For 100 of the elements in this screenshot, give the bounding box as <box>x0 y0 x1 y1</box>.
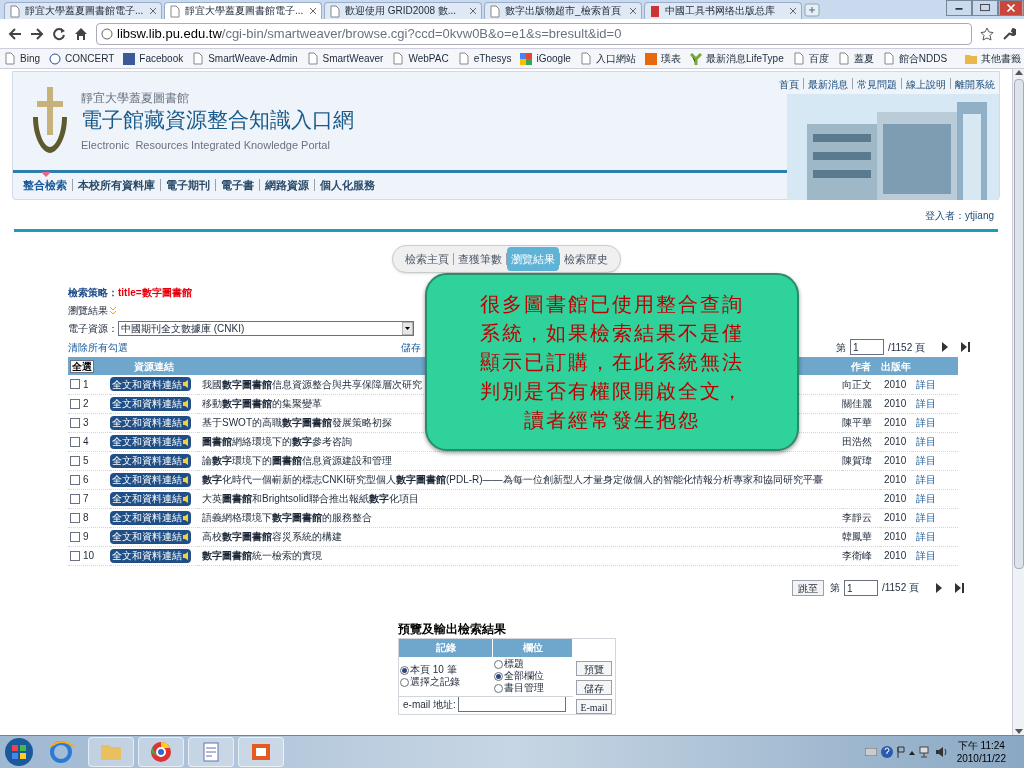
result-title[interactable]: 圖書館網絡環境下的數字參考咨詢 <box>202 436 352 448</box>
result-title[interactable]: 高校數字圖書館容災系統的構建 <box>202 531 342 543</box>
bookmark[interactable]: 入口網站 <box>579 51 636 66</box>
view-tab[interactable]: 檢索歷史 <box>559 246 612 272</box>
bookmark[interactable]: eThesys <box>457 51 512 66</box>
detail-link[interactable]: 詳目 <box>916 512 936 524</box>
result-title[interactable]: 移動數字圖書館的集聚變革 <box>202 398 322 410</box>
radio-option[interactable]: 本頁 10 筆 <box>400 664 493 677</box>
checkbox[interactable] <box>70 512 80 523</box>
close-icon <box>469 7 477 15</box>
checkbox[interactable] <box>70 398 80 409</box>
radio-option[interactable]: 書目管理 <box>494 682 573 695</box>
checkbox[interactable] <box>70 550 80 561</box>
resource-label: 電子資源： <box>68 322 118 336</box>
page-icon <box>792 52 805 65</box>
nav-link[interactable]: 整合檢索 <box>23 176 67 194</box>
fulltext-link-button[interactable]: 全文和資料連結 <box>110 434 191 449</box>
fulltext-link-button[interactable]: 全文和資料連結 <box>110 377 191 392</box>
fulltext-link-button[interactable]: 全文和資料連結 <box>110 472 191 487</box>
page-input[interactable]: 1 <box>843 579 878 596</box>
radio-option[interactable]: 全部欄位 <box>494 670 573 683</box>
result-title[interactable]: 基于SWOT的高職數字圖書館發展策略初探 <box>202 417 392 429</box>
fulltext-link-button[interactable]: 全文和資料連結 <box>110 453 191 468</box>
address-bar[interactable]: libsw.lib.pu.edu.tw/cgi-bin/smartweaver/browse.cgi?ccd=0kvw0B&o=e1&s=bresult&id=0 <box>96 22 972 45</box>
bookmark[interactable]: 璞表 <box>644 51 681 66</box>
detail-link[interactable]: 詳目 <box>916 379 936 390</box>
checkbox[interactable] <box>70 531 80 542</box>
fulltext-link-button[interactable]: 全文和資料連結 <box>110 510 191 525</box>
export-button[interactable]: 儲存 <box>576 679 612 695</box>
checkbox[interactable] <box>70 455 80 466</box>
fulltext-link-button[interactable]: 全文和資料連結 <box>110 415 191 430</box>
fulltext-link-button[interactable]: 全文和資料連結 <box>110 491 191 506</box>
taskbar-button[interactable] <box>238 737 284 767</box>
nav-link[interactable]: 電子期刊 <box>166 176 210 194</box>
close-icon <box>149 7 157 15</box>
checkbox[interactable] <box>70 417 80 428</box>
keyboard-icon <box>864 748 877 756</box>
fulltext-link-button[interactable]: 全文和資料連結 <box>110 529 191 544</box>
fulltext-link-button[interactable]: 全文和資料連結 <box>110 548 191 563</box>
top-link[interactable]: 離開系統 <box>955 77 995 92</box>
bookmark[interactable]: Facebook <box>123 51 184 66</box>
radio-option[interactable]: 標題 <box>494 658 573 671</box>
detail-link[interactable]: 詳目 <box>916 493 936 505</box>
detail-link[interactable]: 詳目 <box>916 455 936 467</box>
detail-link[interactable]: 詳目 <box>916 550 936 562</box>
nav-link[interactable]: 本校所有資料庫 <box>78 176 155 194</box>
checkbox[interactable] <box>70 436 80 447</box>
detail-link[interactable]: 詳目 <box>916 436 936 448</box>
scrollbar[interactable] <box>1012 69 1024 735</box>
browser-tab[interactable]: 歡迎使用 GRID2008 數... <box>324 2 482 19</box>
top-link[interactable]: 最新消息 <box>808 77 848 92</box>
browser-tab[interactable]: 靜宜大學蓋夏圖書館電子... <box>164 2 322 19</box>
result-title[interactable]: 數字化時代一個嶄新的標志CNKI研究型個人數字圖書館(PDL-R)——為每一位創新型人才量身定做個人的智能化情報分析專家和協同研究平臺 <box>202 474 823 486</box>
bookmark[interactable]: Bing <box>4 51 40 66</box>
email-field[interactable] <box>457 696 566 712</box>
detail-link[interactable]: 詳目 <box>916 474 936 486</box>
top-link[interactable]: 首頁 <box>779 77 799 92</box>
view-tab[interactable]: 檢索主頁 <box>400 246 453 272</box>
result-title[interactable]: 我國數字圖書館信息資源整合與共享保障層次研究 <box>202 379 422 390</box>
detail-link[interactable]: 詳目 <box>916 531 936 543</box>
nav-link[interactable]: 網路資源 <box>265 176 309 194</box>
bookmark[interactable]: 館合NDDS <box>882 51 948 66</box>
bookmark[interactable]: WebPAC <box>392 51 449 66</box>
bookmark[interactable]: SmartWeave-Admin <box>192 51 298 66</box>
result-title[interactable]: 大英圖書館和Brightsolid聯合推出報紙數字化項目 <box>202 493 419 505</box>
clear-all-link[interactable]: 清除所有勾選 <box>68 339 128 355</box>
taskbar-button[interactable] <box>188 737 234 767</box>
page-input[interactable]: 1 <box>849 339 884 355</box>
view-tab[interactable]: 查獲筆數 <box>453 246 506 272</box>
save-link[interactable]: 儲存 <box>401 339 421 355</box>
detail-link[interactable]: 詳目 <box>916 417 936 429</box>
checkbox[interactable] <box>70 493 80 504</box>
top-link[interactable]: 常見問題 <box>857 77 897 92</box>
nav-link[interactable]: 電子書 <box>221 176 254 194</box>
fulltext-link-button[interactable]: 全文和資料連結 <box>110 396 191 411</box>
bookmark[interactable]: CONCERT <box>49 51 115 66</box>
bookmark[interactable]: 蓋夏 <box>837 51 874 66</box>
checkbox[interactable] <box>70 474 80 485</box>
bookmark[interactable]: iGoogle <box>520 51 571 66</box>
detail-link[interactable]: 詳目 <box>916 398 936 410</box>
result-title[interactable]: 論數字環境下的圖書館信息資源建設和管理 <box>202 455 392 467</box>
bookmark-folder[interactable]: 其他書籤 <box>965 51 1022 66</box>
resource-select[interactable]: 中國期刊全文數據庫 (CNKI) <box>118 321 414 336</box>
browser-tab[interactable]: 數字出版物超市_檢索首頁 <box>484 2 642 19</box>
export-button[interactable]: 預覽 <box>576 660 612 676</box>
result-title[interactable]: 數字圖書館統一檢索的實現 <box>202 550 322 562</box>
radio-option[interactable]: 選擇之記錄 <box>400 676 493 689</box>
bookmark[interactable]: 最新消息LifeType <box>689 51 784 66</box>
export-button[interactable]: E-mail <box>576 698 612 714</box>
checkbox[interactable] <box>70 379 80 390</box>
bookmark[interactable]: 百度 <box>792 51 829 66</box>
taskbar-button[interactable] <box>138 737 184 767</box>
browser-tab[interactable]: 中國工具书网络出版总库 <box>644 2 802 19</box>
top-link[interactable]: 線上說明 <box>906 77 946 92</box>
result-title[interactable]: 語義網格環境下數字圖書館的服務整合 <box>202 512 372 524</box>
bookmark[interactable]: SmartWeaver <box>306 51 384 66</box>
nav-link[interactable]: 個人化服務 <box>320 176 375 194</box>
select-all-button[interactable]: 全選 <box>70 359 94 373</box>
browser-tab[interactable]: 靜宜大學蓋夏圖書館電子... <box>4 2 162 19</box>
goto-button[interactable]: 跳至 <box>791 579 824 596</box>
